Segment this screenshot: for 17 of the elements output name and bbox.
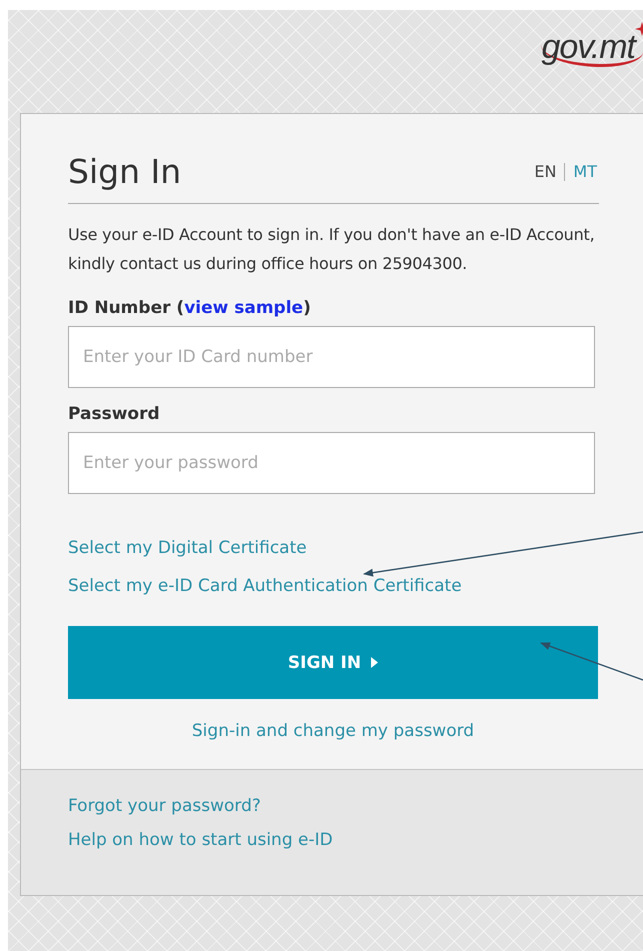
footer-link[interactable]: Help on how to start using e-ID [68,830,333,850]
page-title: Sign In [68,152,182,191]
certificate-link[interactable]: Select my Digital Certificate [68,538,307,558]
change-password-link[interactable]: Sign-in and change my password [192,721,474,741]
logo: gov.mt [541,30,643,67]
intro-text: Use your e-ID Account to sign in. If you don't have an e-ID Account, kindly contact us during office hours on 25904300. [68,224,595,275]
language-link[interactable]: EN [534,162,556,181]
certificate-link[interactable]: Select my e-ID Card Authentication Certificate [68,576,462,596]
view-sample-link[interactable]: view sample [184,298,304,318]
caret-icon [371,657,378,668]
language-link[interactable]: MT [573,162,597,181]
footer-link[interactable]: Forgot your password? [68,796,261,816]
input-field[interactable]: Enter your ID Card number [68,326,595,388]
field-label: Password [68,404,161,424]
input-field[interactable]: Enter your password [68,432,595,494]
sign-in-button[interactable]: SIGN IN [68,626,598,699]
field-label: ID Number (view sample) [68,298,312,318]
